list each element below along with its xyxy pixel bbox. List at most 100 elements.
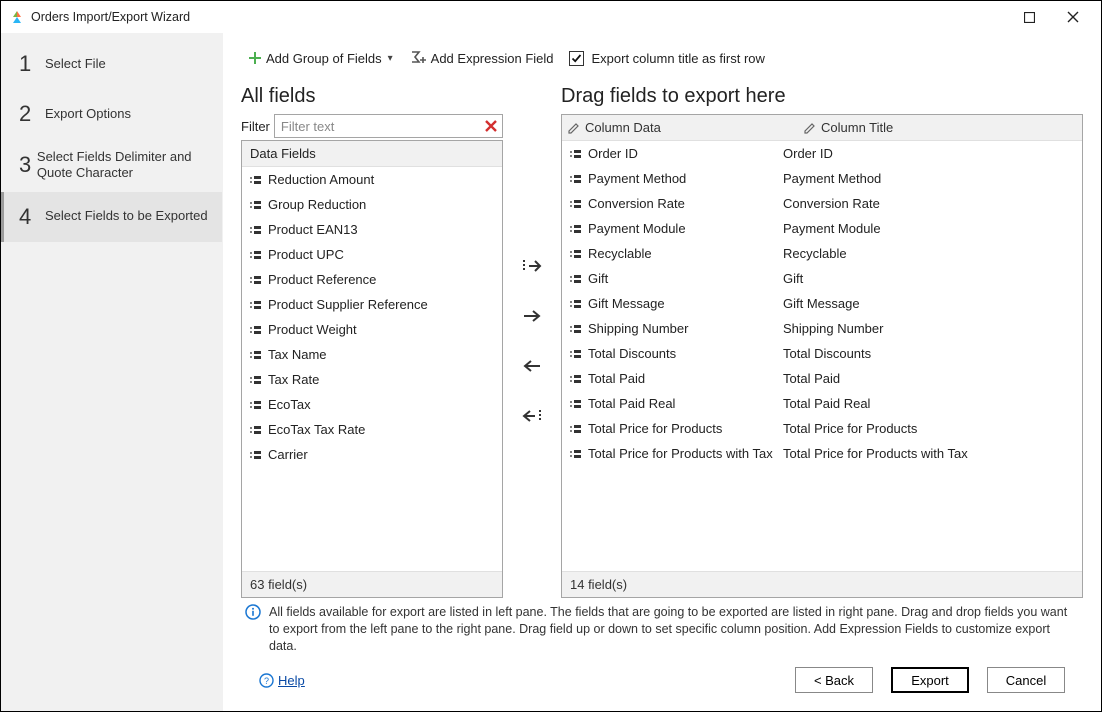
add-expression-label: Add Expression Field [431, 51, 554, 66]
drag-handle-icon [248, 198, 262, 212]
field-item[interactable]: Product Reference [242, 267, 502, 292]
field-item[interactable]: Product EAN13 [242, 217, 502, 242]
wizard-step-4[interactable]: 4Select Fields to be Exported [1, 192, 222, 242]
drag-handle-icon [248, 223, 262, 237]
export-field-row[interactable]: Total Price for Products with TaxTotal P… [562, 441, 1082, 466]
export-field-row[interactable]: Total DiscountsTotal Discounts [562, 341, 1082, 366]
all-fields-count: 63 field(s) [242, 571, 502, 597]
column-data-header[interactable]: Column Data [562, 115, 798, 140]
clear-filter-button[interactable] [481, 116, 501, 136]
drag-handle-icon [248, 448, 262, 462]
export-field-row[interactable]: Recyclable Recyclable [562, 241, 1082, 266]
field-item[interactable]: Tax Rate [242, 367, 502, 392]
back-button[interactable]: < Back [795, 667, 873, 693]
add-group-label: Add Group of Fields [266, 51, 382, 66]
wizard-step-3[interactable]: 3Select Fields Delimiter and Quote Chara… [1, 139, 222, 192]
wizard-step-1[interactable]: 1Select File [1, 39, 222, 89]
column-data-value: Total Paid Real [588, 396, 675, 411]
pencil-icon [568, 122, 580, 134]
export-field-row[interactable]: Total Paid Total Paid [562, 366, 1082, 391]
export-field-row[interactable]: Payment MethodPayment Method [562, 166, 1082, 191]
column-title-value: Shipping Number [783, 321, 883, 336]
add-one-button[interactable] [518, 304, 546, 328]
field-item[interactable]: Reduction Amount [242, 167, 502, 192]
export-fields-list[interactable]: Order IDOrder IDPayment MethodPayment Me… [562, 141, 1082, 571]
export-field-row[interactable]: Total Paid Real Total Paid Real [562, 391, 1082, 416]
remove-all-button[interactable] [518, 404, 546, 428]
column-data-value: Total Price for Products [588, 421, 722, 436]
column-data-value: Total Paid [588, 371, 645, 386]
export-field-row[interactable]: Payment ModulePayment Module [562, 216, 1082, 241]
export-button[interactable]: Export [891, 667, 969, 693]
maximize-button[interactable] [1007, 2, 1051, 32]
export-field-row[interactable]: Gift MessageGift Message [562, 291, 1082, 316]
window-buttons [1007, 2, 1095, 32]
field-label: EcoTax [268, 397, 311, 412]
help-link[interactable]: ? Help [259, 673, 305, 688]
drag-handle-icon [568, 397, 582, 411]
column-data-value: Recyclable [588, 246, 652, 261]
step-number: 3 [19, 152, 37, 178]
add-expression-button[interactable]: Add Expression Field [404, 46, 561, 71]
field-label: Carrier [268, 447, 308, 462]
all-fields-list[interactable]: Reduction AmountGroup Reduction Product E… [242, 167, 502, 571]
column-title-value: Total Paid Real [783, 396, 870, 411]
export-fields-panel: Column Data Column Title Order IDOrder I… [561, 114, 1083, 598]
drag-handle-icon [568, 197, 582, 211]
field-item[interactable]: EcoTax [242, 392, 502, 417]
filter-box [274, 114, 503, 138]
cancel-button[interactable]: Cancel [987, 667, 1065, 693]
field-item[interactable]: Carrier [242, 442, 502, 467]
field-item[interactable]: Tax Name [242, 342, 502, 367]
column-title-value: Recyclable [783, 246, 847, 261]
add-all-button[interactable] [518, 254, 546, 278]
field-label: Product Reference [268, 272, 376, 287]
field-label: Product EAN13 [268, 222, 358, 237]
drag-handle-icon [568, 372, 582, 386]
first-row-checkbox[interactable] [569, 51, 584, 66]
step-number: 2 [19, 101, 45, 127]
step-label: Select Fields Delimiter and Quote Charac… [37, 149, 212, 182]
remove-one-button[interactable] [518, 354, 546, 378]
window-title: Orders Import/Export Wizard [31, 10, 1007, 24]
wizard-window: Orders Import/Export Wizard 1Select File… [0, 0, 1102, 712]
export-field-row[interactable]: Shipping NumberShipping Number [562, 316, 1082, 341]
export-field-row[interactable]: Conversion RateConversion Rate [562, 191, 1082, 216]
drag-handle-icon [248, 373, 262, 387]
field-item[interactable]: Product Supplier Reference [242, 292, 502, 317]
close-button[interactable] [1051, 2, 1095, 32]
field-label: Tax Name [268, 347, 327, 362]
all-fields-title: All fields [241, 85, 503, 108]
filter-label: Filter [241, 119, 270, 134]
wizard-steps-sidebar: 1Select File2Export Options3Select Field… [1, 33, 223, 711]
field-item[interactable]: Product Weight [242, 317, 502, 342]
filter-input[interactable] [274, 114, 503, 138]
drag-handle-icon [248, 173, 262, 187]
step-label: Select Fields to be Exported [45, 208, 208, 224]
column-title-header[interactable]: Column Title [798, 115, 1082, 140]
export-field-row[interactable]: Order IDOrder ID [562, 141, 1082, 166]
main-content: Add Group of Fields ▾ Add Expression Fie… [223, 33, 1101, 711]
column-data-value: Conversion Rate [588, 196, 685, 211]
step-label: Select File [45, 56, 106, 72]
column-data-value: Total Price for Products with Tax [588, 446, 773, 461]
column-title-value: Total Discounts [783, 346, 871, 361]
pencil-icon [804, 122, 816, 134]
all-fields-column: All fields Filter Data Fields Reduction … [241, 83, 503, 598]
field-item[interactable]: EcoTax Tax Rate [242, 417, 502, 442]
drag-handle-icon [248, 298, 262, 312]
wizard-step-2[interactable]: 2Export Options [1, 89, 222, 139]
add-group-button[interactable]: Add Group of Fields ▾ [241, 46, 400, 71]
titlebar: Orders Import/Export Wizard [1, 1, 1101, 33]
export-field-row[interactable]: GiftGift [562, 266, 1082, 291]
field-item[interactable]: Group Reduction [242, 192, 502, 217]
column-title-value: Total Paid [783, 371, 840, 386]
first-row-label[interactable]: Export column title as first row [592, 51, 765, 66]
drag-handle-icon [248, 398, 262, 412]
sigma-plus-icon [411, 51, 427, 65]
field-item[interactable]: Product UPC [242, 242, 502, 267]
column-title-value: Gift [783, 271, 803, 286]
export-field-row[interactable]: Total Price for ProductsTotal Price for … [562, 416, 1082, 441]
step-label: Export Options [45, 106, 131, 122]
column-data-value: Payment Module [588, 221, 686, 236]
